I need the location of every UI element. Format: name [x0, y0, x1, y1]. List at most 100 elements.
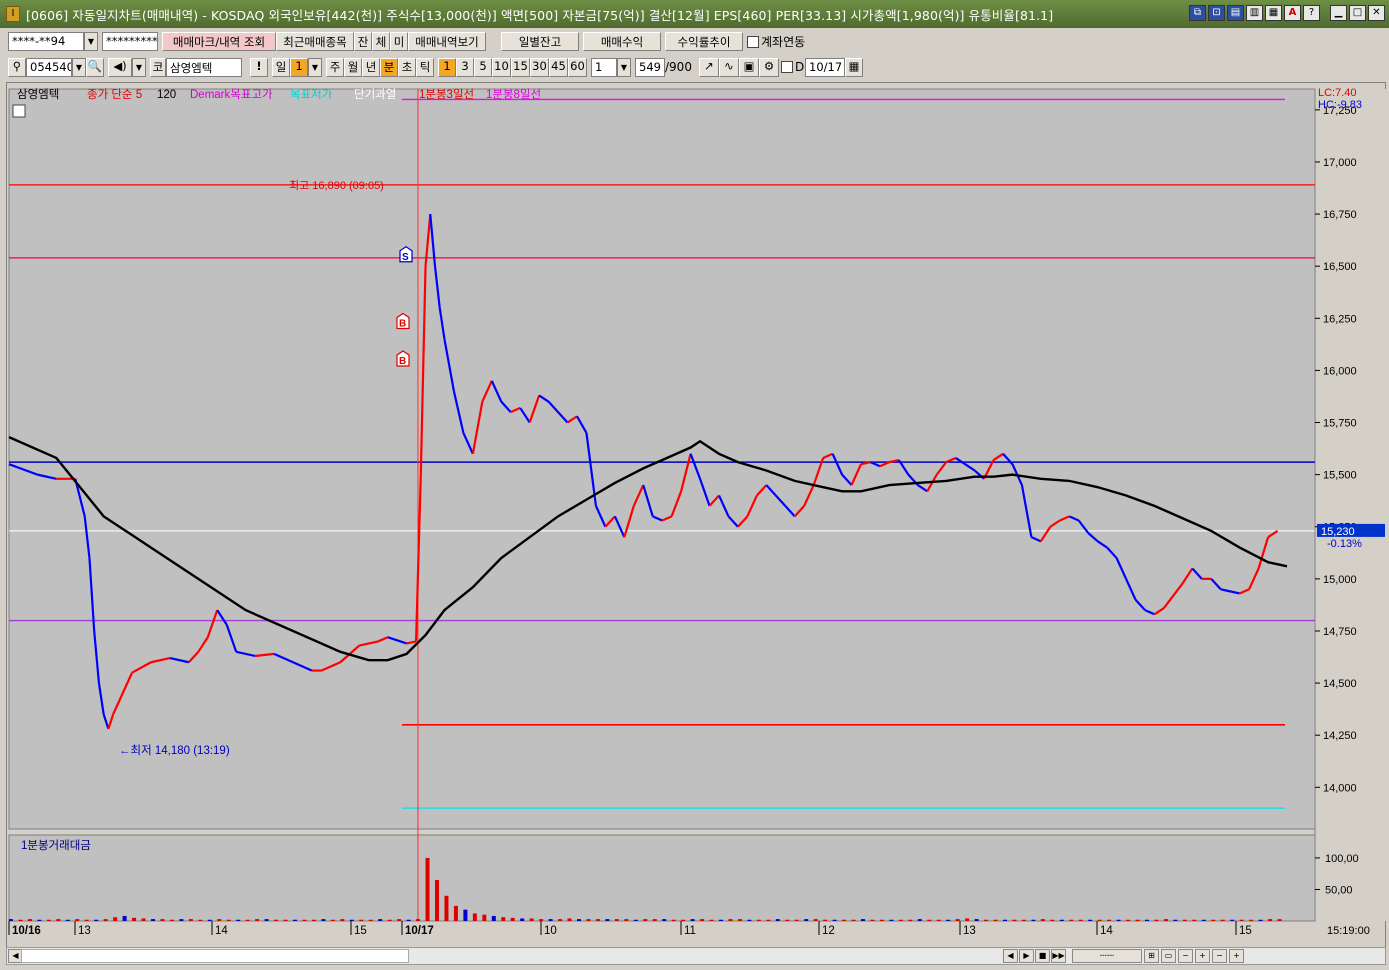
volume-bar: [226, 919, 231, 921]
magnifier-icon[interactable]: 🔍: [86, 57, 104, 77]
trade-profit-button[interactable]: 매매수익: [583, 32, 661, 51]
volume-bar: [264, 919, 269, 921]
gear-icon[interactable]: ⚙: [759, 57, 779, 77]
link-icon[interactable]: ⧉: [1189, 5, 1206, 21]
minus-icon[interactable]: −: [1212, 949, 1227, 963]
minute-option-1[interactable]: 1: [438, 57, 456, 77]
play-icon[interactable]: ▶: [1019, 949, 1034, 963]
volume-bar: [293, 919, 297, 921]
volume-bar: [984, 919, 989, 921]
volume-bar: [917, 919, 922, 921]
group-icon[interactable]: ⊡: [1208, 5, 1225, 21]
volume-bar: [1201, 919, 1206, 921]
recent-trades-button[interactable]: 최근매매종목: [276, 32, 354, 51]
period-tick[interactable]: 틱: [416, 57, 434, 77]
step-field[interactable]: 1: [591, 57, 617, 77]
current-price-label: 15,230: [1321, 526, 1355, 538]
speaker-icon[interactable]: ◀): [108, 57, 132, 77]
period-minute[interactable]: 분: [380, 57, 398, 77]
save-icon[interactable]: ▣: [739, 57, 759, 77]
grid-icon[interactable]: ⊞: [1144, 949, 1159, 963]
date-field[interactable]: 10/17: [805, 57, 845, 77]
account-field[interactable]: ****-**94: [8, 32, 84, 51]
minute-option-60[interactable]: 60: [568, 57, 587, 77]
plus-icon[interactable]: +: [1229, 949, 1244, 963]
sell-marker: S: [402, 252, 409, 263]
account-dropdown-icon[interactable]: ▼: [84, 32, 98, 51]
account-toolbar: ****-**94 ▼ ********* 매매마크/내역 조회 최근매매종목 …: [0, 30, 1389, 53]
tab-mi[interactable]: 미: [390, 32, 408, 51]
period-dropdown-icon[interactable]: ▼: [308, 57, 322, 77]
volume-bar: [946, 919, 951, 921]
minute-option-10[interactable]: 10: [492, 57, 511, 77]
minute-option-30[interactable]: 30: [530, 57, 549, 77]
minute-option-5[interactable]: 5: [474, 57, 492, 77]
scroll-thumb[interactable]: [21, 949, 409, 963]
volume-bar: [416, 919, 421, 921]
tile-icon[interactable]: ▤: [1227, 5, 1244, 21]
legend-item-3: Demark목표고가: [190, 88, 273, 101]
fit-icon[interactable]: ▭: [1161, 949, 1176, 963]
calendar-icon[interactable]: ▦: [845, 57, 863, 77]
minute-option-45[interactable]: 45: [549, 57, 568, 77]
zoom-slider-icon[interactable]: ┄┄┄: [1072, 949, 1142, 963]
mark-query-button[interactable]: 매매마크/내역 조회: [162, 32, 276, 51]
zoom-in-icon[interactable]: +: [1195, 949, 1210, 963]
period-year[interactable]: 년: [362, 57, 380, 77]
settings-icon[interactable]: ▦: [1265, 5, 1282, 21]
tab-jan[interactable]: 잔: [354, 32, 372, 51]
trade-history-button[interactable]: 매매내역보기: [408, 32, 486, 51]
period-value[interactable]: 1: [290, 57, 308, 77]
minimize-icon[interactable]: ▁: [1330, 5, 1347, 21]
volume-bar: [737, 919, 742, 921]
profit-trend-button[interactable]: 수익률추이: [665, 32, 743, 51]
volume-bar: [510, 917, 515, 921]
volume-bar: [330, 919, 335, 921]
price-tick-label: 16,000: [1323, 365, 1357, 377]
date-checkbox[interactable]: [781, 61, 793, 73]
volume-bar: [1050, 919, 1055, 921]
period-week[interactable]: 주: [326, 57, 344, 77]
volume-bar: [311, 919, 316, 921]
account-link-checkbox[interactable]: [747, 35, 759, 48]
indicator-icon[interactable]: ∿: [719, 57, 739, 77]
stop-icon[interactable]: ■: [1035, 949, 1050, 963]
time-tick-label: 14: [215, 925, 228, 937]
time-tick-label: 11: [684, 925, 696, 937]
stock-name-field[interactable]: 삼영엠텍: [166, 57, 242, 77]
speaker-dropdown-icon[interactable]: ▼: [132, 57, 146, 77]
alert-icon[interactable]: !: [250, 57, 268, 77]
tab-che[interactable]: 체: [372, 32, 390, 51]
volume-bar: [813, 919, 818, 921]
daily-balance-button[interactable]: 일별잔고: [501, 32, 579, 51]
period-day[interactable]: 일: [272, 57, 290, 77]
period-second[interactable]: 초: [398, 57, 416, 77]
code-dropdown-icon[interactable]: ▼: [72, 57, 86, 77]
chart-scrollbar[interactable]: ◀ ◀ ▶ ■ ▶▶ ┄┄┄ ⊞ ▭ − + − +: [6, 947, 1386, 965]
stock-code-field[interactable]: 054540: [26, 57, 72, 77]
chart-area[interactable]: 17,250 17,000 16,750 16,500 16,250 16,000 15,7…: [6, 82, 1387, 949]
font-icon[interactable]: A: [1284, 5, 1301, 21]
minute-option-15[interactable]: 15: [511, 57, 530, 77]
count-field[interactable]: 549: [635, 57, 665, 77]
step-dropdown-icon[interactable]: ▼: [617, 57, 631, 77]
draw-tool-icon[interactable]: ↗: [699, 57, 719, 77]
password-field[interactable]: *********: [102, 32, 158, 51]
print-icon[interactable]: ▥: [1246, 5, 1263, 21]
stock-search-icon[interactable]: ⚲: [8, 57, 26, 77]
volume-bar: [1249, 919, 1254, 921]
volume-bar: [832, 919, 837, 921]
period-month[interactable]: 월: [344, 57, 362, 77]
volume-bar: [283, 919, 288, 921]
fast-forward-icon[interactable]: ▶▶: [1051, 949, 1066, 963]
minute-option-3[interactable]: 3: [456, 57, 474, 77]
close-icon[interactable]: ✕: [1368, 5, 1385, 21]
volume-bar: [435, 880, 439, 921]
help-icon[interactable]: ?: [1303, 5, 1320, 21]
maximize-icon[interactable]: □: [1349, 5, 1366, 21]
zoom-out-icon[interactable]: −: [1178, 949, 1193, 963]
prev-icon[interactable]: ◀: [1003, 949, 1018, 963]
table-icon: [12, 104, 26, 118]
price-chart[interactable]: 17,25017,00016,75016,50016,25016,00015,7…: [7, 83, 1387, 949]
volume-bar: [1135, 919, 1140, 921]
